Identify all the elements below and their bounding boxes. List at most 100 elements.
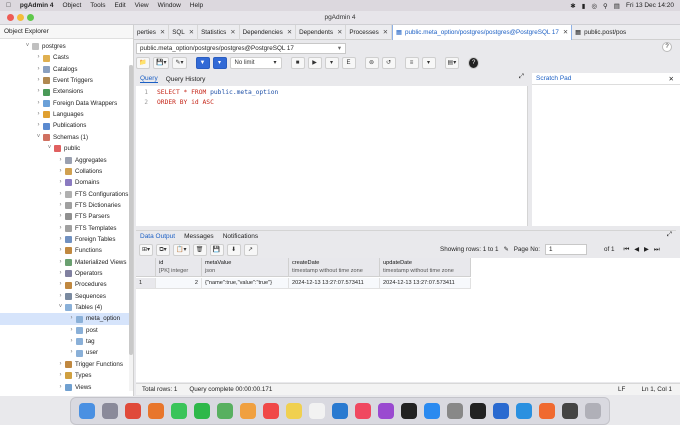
chevron-down-icon[interactable]: ˅ [57, 302, 64, 313]
photos-icon[interactable] [239, 403, 256, 419]
tree-item[interactable]: › Trigger Functions [0, 359, 129, 370]
tree-item[interactable]: › Foreign Data Wrappers [0, 98, 129, 109]
tab-messages[interactable]: Messages [184, 233, 214, 240]
cell-metavalue[interactable]: {"name":true,"value":"true"} [202, 278, 289, 289]
chevron-right-icon[interactable]: › [68, 313, 75, 324]
column-header-metavalue[interactable]: metaValue json [202, 258, 289, 277]
tree-item[interactable]: ˅ postgres [0, 41, 129, 52]
chevron-right-icon[interactable]: › [35, 52, 42, 63]
limit-select[interactable]: No limit ▾ [229, 57, 282, 69]
stop-button[interactable]: ■ [290, 57, 305, 69]
tab-dependencies[interactable]: Dependencies ✕ [240, 24, 297, 40]
tree-item[interactable]: › Languages [0, 109, 129, 120]
prev-page-icon[interactable]: ◀ [634, 246, 639, 253]
traffic-minimize-button[interactable] [17, 14, 24, 21]
explain-button[interactable]: E [341, 57, 356, 69]
cell-id[interactable]: 2 [156, 278, 202, 289]
next-page-icon[interactable]: ▶ [644, 246, 649, 253]
pgadmin-icon[interactable] [493, 403, 510, 419]
launchpad-icon[interactable] [101, 403, 118, 419]
expand-icon[interactable]: ⤢ [667, 231, 672, 239]
menu-clock[interactable]: Fri 13 Dec 14:20 [626, 2, 674, 9]
add-row-button[interactable]: ⊞▾ [139, 244, 154, 256]
tab-statistics[interactable]: Statistics ✕ [198, 24, 240, 40]
menu-object[interactable]: Object [62, 2, 81, 9]
close-icon[interactable]: ✕ [563, 29, 568, 36]
facetime-icon[interactable] [193, 403, 210, 419]
trash-icon[interactable] [585, 403, 602, 419]
tv-icon[interactable] [400, 403, 417, 419]
chevron-right-icon[interactable]: › [35, 98, 42, 109]
commit-button[interactable]: ⊚ [364, 57, 379, 69]
chevron-right-icon[interactable]: › [57, 245, 64, 256]
format-dropdown-button[interactable]: ▾ [421, 57, 436, 69]
tree-item[interactable]: › Materialized Views [0, 257, 129, 268]
code-line-2[interactable]: ORDER BY id ASC [157, 99, 214, 106]
tree-item[interactable]: › post [0, 325, 129, 336]
chevron-right-icon[interactable]: › [57, 211, 64, 222]
close-icon[interactable]: ✕ [383, 29, 388, 36]
filter-dropdown-button[interactable]: ▾ [212, 57, 227, 69]
finder-icon[interactable] [78, 403, 95, 419]
tree-item[interactable]: › user [0, 347, 129, 358]
chevron-right-icon[interactable]: › [57, 291, 64, 302]
graph-button[interactable]: ↗ [243, 244, 258, 256]
close-icon[interactable]: ✕ [189, 29, 194, 36]
chevron-right-icon[interactable]: › [35, 120, 42, 131]
chevron-right-icon[interactable]: › [68, 347, 75, 358]
chevron-right-icon[interactable]: › [57, 279, 64, 290]
close-icon[interactable]: ✕ [337, 29, 342, 36]
scratch-pad[interactable]: Scratch Pad ✕ [532, 73, 680, 226]
chevron-down-icon[interactable]: ˅ [46, 143, 53, 154]
copy-button[interactable]: ⧉▾ [156, 244, 171, 256]
apple-icon[interactable]:  [6, 2, 11, 9]
execute-button[interactable]: ▶ [307, 57, 322, 69]
tree-item[interactable]: › Event Triggers [0, 75, 129, 86]
tree-item[interactable]: › Operators [0, 268, 129, 279]
open-file-button[interactable]: 📁 [136, 57, 150, 69]
explorer-scrollbar[interactable] [129, 65, 133, 391]
firefox-icon[interactable] [147, 403, 164, 419]
control-center-icon[interactable]: ▤ [614, 2, 620, 10]
help-button[interactable]: ? [468, 57, 480, 69]
column-header-id[interactable]: id [PK] integer [156, 258, 202, 277]
download-button[interactable]: ⬇ [226, 244, 241, 256]
app-store-icon[interactable] [423, 403, 440, 419]
chevron-right-icon[interactable]: › [57, 382, 64, 393]
chevron-right-icon[interactable]: › [57, 223, 64, 234]
tab-properties[interactable]: perties ✕ [134, 24, 170, 40]
wifi-icon[interactable]: ◎ [591, 2, 597, 10]
tree-item[interactable]: › FTS Parsers [0, 211, 129, 222]
tab-processes[interactable]: Processes ✕ [346, 24, 393, 40]
tab-data-output[interactable]: Data Output [140, 233, 175, 240]
tree-item[interactable]: › Functions [0, 245, 129, 256]
format-button[interactable]: ≡ [404, 57, 419, 69]
calendar-icon[interactable] [262, 403, 279, 419]
menu-help[interactable]: Help [190, 2, 203, 9]
sql-editor[interactable]: 1 SELECT * FROM public.meta_option 2 ORD… [136, 86, 528, 226]
tree-item[interactable]: › Domains [0, 177, 129, 188]
tree-item[interactable]: › Sequences [0, 291, 129, 302]
menu-window[interactable]: Window [158, 2, 181, 9]
close-icon[interactable]: ✕ [230, 29, 235, 36]
chevron-right-icon[interactable]: › [57, 177, 64, 188]
filter-button[interactable]: ▼ [195, 57, 210, 69]
chevron-right-icon[interactable]: › [57, 234, 64, 245]
spotlight-icon[interactable]: ⚲ [603, 2, 608, 10]
settings-icon[interactable] [447, 403, 464, 419]
maps-icon[interactable] [216, 403, 233, 419]
tree-item[interactable]: ˅ public [0, 143, 129, 154]
tree-item[interactable]: › Aggregates [0, 155, 129, 166]
tab-query[interactable]: Query [140, 75, 158, 83]
page-input[interactable]: 1 [545, 244, 587, 255]
close-icon[interactable]: ✕ [669, 75, 674, 83]
chevron-right-icon[interactable]: › [35, 75, 42, 86]
column-header-createdate[interactable]: createDate timestamp without time zone [289, 258, 380, 277]
chevron-right-icon[interactable]: › [35, 64, 42, 75]
menu-tools[interactable]: Tools [90, 2, 105, 9]
podcasts-icon[interactable] [377, 403, 394, 419]
delete-button[interactable]: 🗑 [192, 244, 207, 256]
last-page-icon[interactable]: ⏭ [654, 246, 660, 254]
cell-updatedate[interactable]: 2024-12-13 13:27:07.573411 [380, 278, 471, 289]
tree-item[interactable]: › FTS Dictionaries [0, 200, 129, 211]
